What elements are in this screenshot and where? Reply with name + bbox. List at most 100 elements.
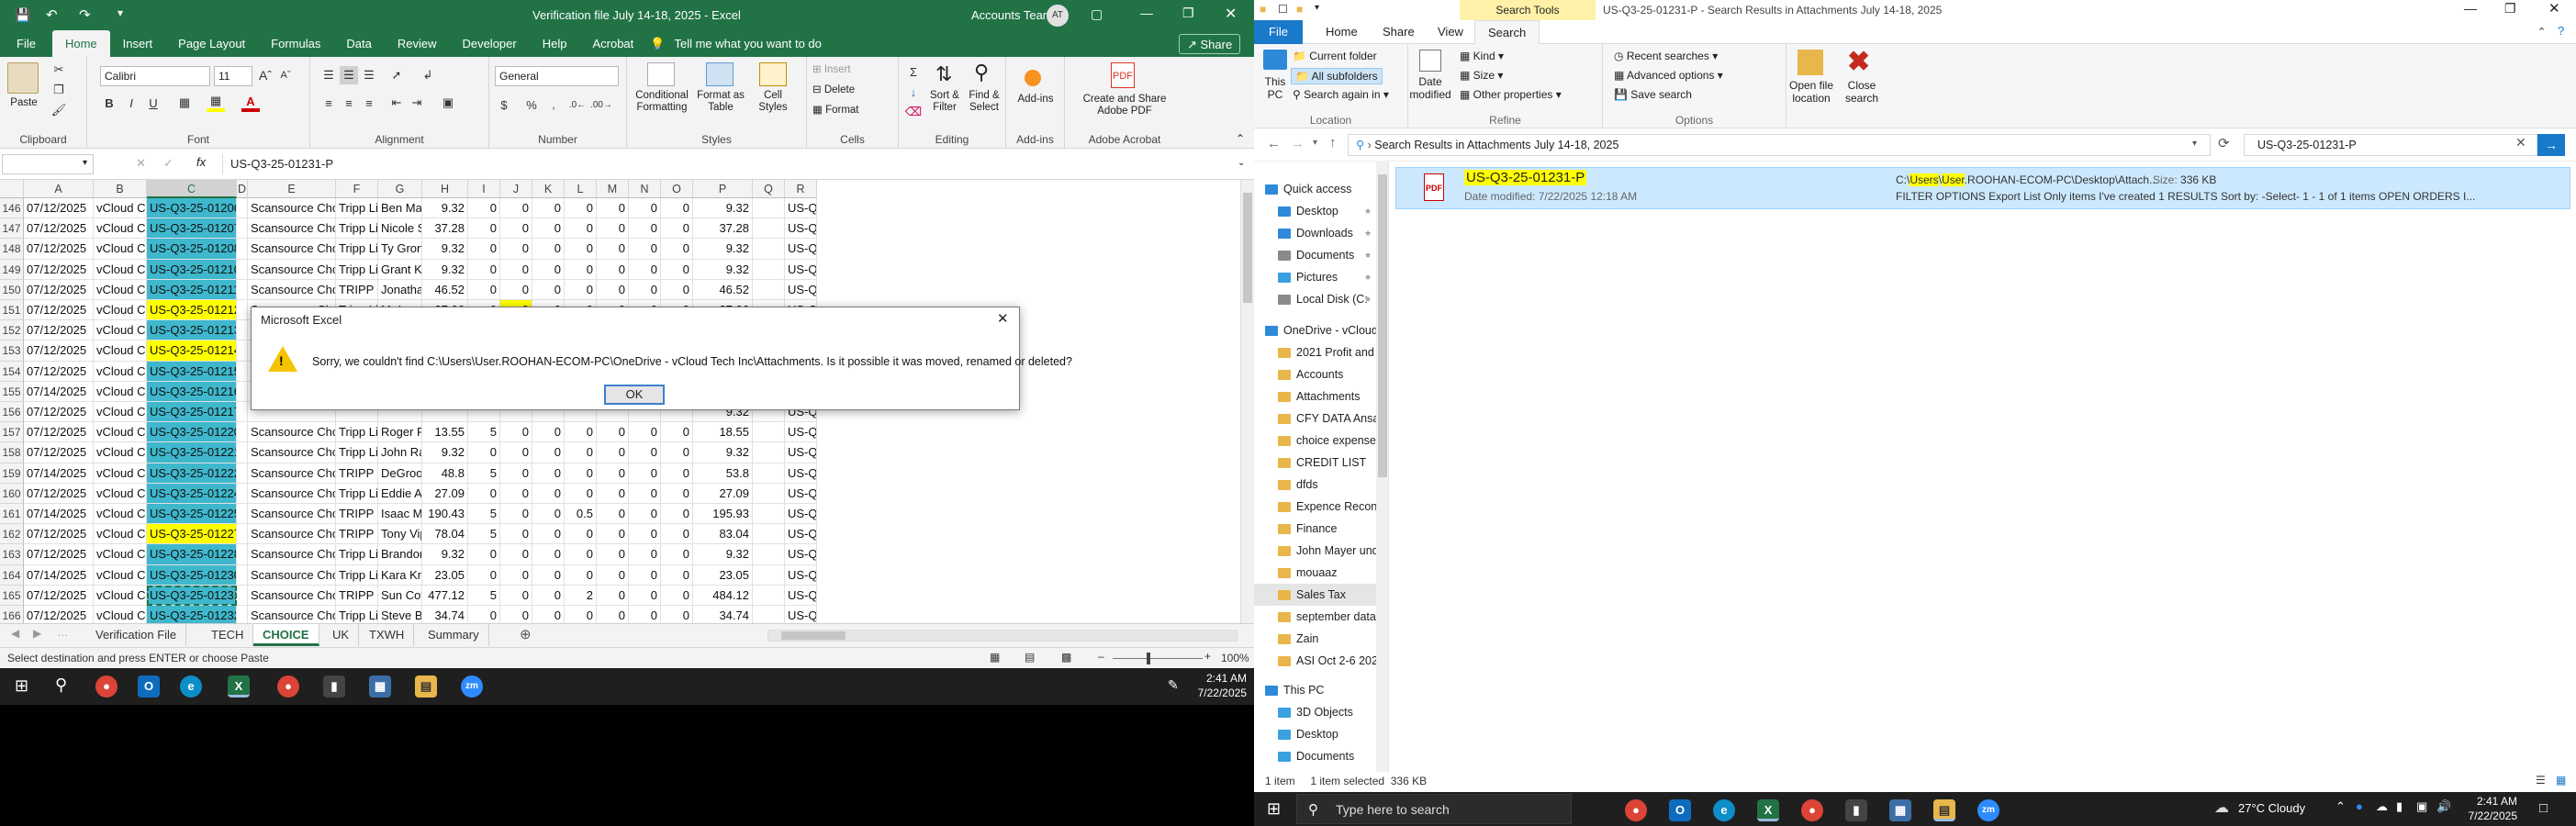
kind-button[interactable]: ▦ Kind ▾ bbox=[1460, 50, 1504, 62]
cell-l[interactable]: 0.5 bbox=[565, 504, 597, 525]
undo-icon[interactable]: ↶ bbox=[46, 6, 58, 23]
cell-l[interactable]: 0 bbox=[565, 239, 597, 260]
dialog-close-icon[interactable]: ✕ bbox=[997, 310, 1009, 327]
save-search-button[interactable]: 💾 Save search bbox=[1614, 88, 1692, 101]
cell-f[interactable]: Tripp Lite bbox=[336, 564, 378, 586]
explorer-tab-home[interactable]: Home bbox=[1313, 20, 1371, 44]
zoom-slider-thumb[interactable] bbox=[1147, 653, 1150, 664]
row-header[interactable]: 147 bbox=[0, 218, 24, 240]
cell-p[interactable]: 46.52 bbox=[693, 279, 753, 300]
clear-icon[interactable]: ⌫ bbox=[904, 103, 923, 121]
cell-g[interactable]: Ty Gronau bbox=[378, 239, 422, 260]
cell-m[interactable]: 0 bbox=[597, 198, 629, 219]
explorer-tab-view[interactable]: View bbox=[1425, 20, 1476, 44]
cell-i[interactable]: 0 bbox=[468, 279, 500, 300]
cell-a[interactable]: 07/12/2025 bbox=[24, 524, 94, 545]
sheet-tab-choice[interactable]: CHOICE bbox=[253, 624, 319, 646]
explorer-minimize-icon[interactable]: — bbox=[2464, 1, 2477, 16]
nav-folder-choice-expenses[interactable]: choice expenses bbox=[1254, 430, 1383, 452]
format-as-table-button[interactable]: Format as Table bbox=[697, 90, 745, 114]
cell-m[interactable]: 0 bbox=[597, 504, 629, 525]
cell-d[interactable] bbox=[237, 300, 248, 321]
maximize-icon[interactable]: ❐ bbox=[1182, 6, 1194, 21]
cell-c[interactable]: US-Q3-25-01222-P bbox=[147, 463, 237, 484]
cell-l[interactable]: 0 bbox=[565, 442, 597, 463]
column-header-n[interactable]: N bbox=[629, 180, 661, 198]
start-button-icon[interactable]: ⊞ bbox=[1267, 799, 1281, 819]
tab-page-layout[interactable]: Page Layout bbox=[165, 30, 258, 57]
cell-b[interactable]: vCloud Choice bbox=[94, 483, 147, 504]
ok-button[interactable]: OK bbox=[604, 385, 665, 405]
cell-c[interactable]: US-Q3-25-01227-P bbox=[147, 524, 237, 545]
cell-j[interactable]: 0 bbox=[500, 239, 532, 260]
cell-k[interactable]: 0 bbox=[532, 483, 565, 504]
explorer-maximize-icon[interactable]: ❐ bbox=[2504, 1, 2516, 17]
cell-e[interactable]: Scansource Choice bbox=[248, 239, 336, 260]
cell-r[interactable]: US-Q3-2 bbox=[785, 544, 817, 565]
cell-h[interactable]: 46.52 bbox=[422, 279, 468, 300]
explorer-tab-file[interactable]: File bbox=[1254, 20, 1303, 44]
cell-b[interactable]: vCloud Choice bbox=[94, 218, 147, 240]
taskbar-search-icon[interactable]: ⚲ bbox=[55, 675, 67, 695]
cell-n[interactable]: 0 bbox=[629, 422, 661, 443]
select-all-corner[interactable] bbox=[0, 180, 24, 198]
column-header-q[interactable]: Q bbox=[753, 180, 785, 198]
comma-style-icon[interactable]: , bbox=[544, 95, 563, 114]
taskbar-chrome-2-icon[interactable]: ● bbox=[1801, 799, 1823, 821]
format-painter-icon[interactable]: 🖌 bbox=[50, 101, 68, 119]
cell-m[interactable]: 0 bbox=[597, 544, 629, 565]
quick-access-dropdown-icon[interactable]: ▾ bbox=[118, 6, 123, 19]
cell-r[interactable]: US-Q3-2 bbox=[785, 259, 817, 280]
cell-q[interactable] bbox=[753, 564, 785, 586]
cell-n[interactable]: 0 bbox=[629, 483, 661, 504]
pen-icon[interactable]: ✎ bbox=[1168, 677, 1179, 693]
wrap-text-icon[interactable]: ↲ bbox=[419, 66, 437, 84]
cell-n[interactable]: 0 bbox=[629, 218, 661, 240]
cell-o[interactable]: 0 bbox=[661, 544, 693, 565]
cell-r[interactable]: US-Q3-2 bbox=[785, 442, 817, 463]
cell-b[interactable]: vCloud Choice bbox=[94, 402, 147, 423]
cell-g[interactable]: Jonathan bbox=[378, 279, 422, 300]
nav-this-pc[interactable]: This PC bbox=[1254, 679, 1383, 701]
tab-review[interactable]: Review bbox=[385, 30, 450, 57]
cell-q[interactable] bbox=[753, 483, 785, 504]
cell-m[interactable]: 0 bbox=[597, 463, 629, 484]
explorer-tab-search[interactable]: Search bbox=[1474, 20, 1540, 44]
cell-b[interactable]: vCloud Choice bbox=[94, 361, 147, 382]
cell-o[interactable]: 0 bbox=[661, 279, 693, 300]
cell-m[interactable]: 0 bbox=[597, 422, 629, 443]
cell-j[interactable]: 0 bbox=[500, 564, 532, 586]
row-header[interactable]: 164 bbox=[0, 564, 24, 586]
cell-q[interactable] bbox=[753, 279, 785, 300]
cell-c[interactable]: US-Q3-25-01208-P bbox=[147, 239, 237, 260]
cell-p[interactable]: 9.32 bbox=[693, 198, 753, 219]
cell-g[interactable]: Grant Kay bbox=[378, 259, 422, 280]
fill-icon[interactable]: ↓ bbox=[904, 83, 923, 101]
sheet-tab-tech[interactable]: TECH bbox=[202, 624, 254, 646]
nav-folder-mouaaz[interactable]: mouaaz bbox=[1254, 562, 1383, 584]
forward-icon[interactable]: → bbox=[1291, 136, 1305, 151]
row-header[interactable]: 155 bbox=[0, 381, 24, 402]
cell-a[interactable]: 07/12/2025 bbox=[24, 259, 94, 280]
cell-j[interactable]: 0 bbox=[500, 524, 532, 545]
search-input[interactable]: US-Q3-25-01231-P bbox=[2244, 134, 2537, 156]
cell-a[interactable]: 07/12/2025 bbox=[24, 402, 94, 423]
cell-k[interactable]: 0 bbox=[532, 239, 565, 260]
cell-h[interactable]: 48.8 bbox=[422, 463, 468, 484]
cell-o[interactable]: 0 bbox=[661, 239, 693, 260]
cell-n[interactable]: 0 bbox=[629, 259, 661, 280]
battery-icon[interactable]: ▮ bbox=[2396, 799, 2402, 814]
cell-q[interactable] bbox=[753, 198, 785, 219]
cell-d[interactable] bbox=[237, 239, 248, 260]
save-icon[interactable]: 💾 bbox=[15, 7, 30, 23]
nav-folder-expence-reconc[interactable]: Expence Reconc bbox=[1254, 496, 1383, 518]
cell-c[interactable]: US-Q3-25-01210-P bbox=[147, 259, 237, 280]
cell-p[interactable]: 484.12 bbox=[693, 585, 753, 606]
cell-p[interactable]: 18.55 bbox=[693, 422, 753, 443]
column-header-p[interactable]: P bbox=[693, 180, 753, 198]
orientation-icon[interactable]: ➚ bbox=[387, 66, 406, 84]
row-header[interactable]: 149 bbox=[0, 259, 24, 280]
cell-k[interactable]: 0 bbox=[532, 463, 565, 484]
cell-c[interactable]: US-Q3-25-01206-P bbox=[147, 198, 237, 219]
cell-d[interactable] bbox=[237, 402, 248, 423]
